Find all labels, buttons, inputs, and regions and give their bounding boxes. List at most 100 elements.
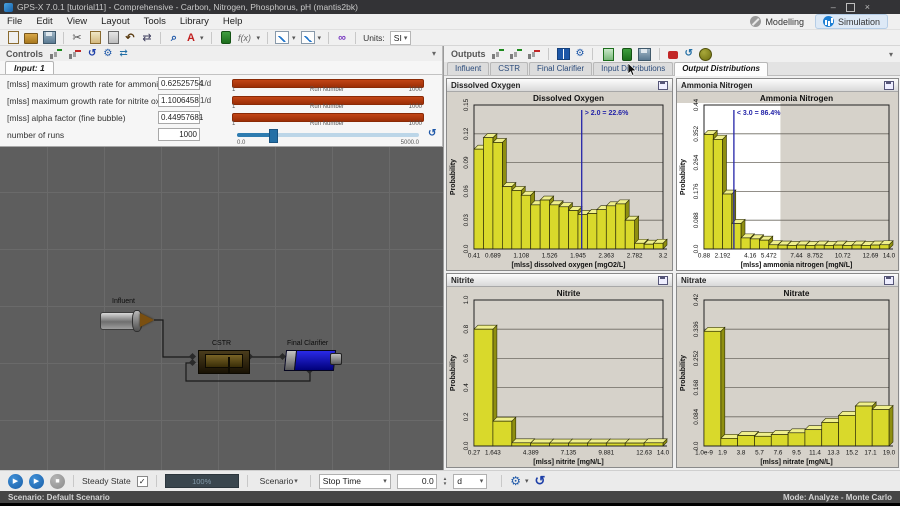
stop-button[interactable]: ■ — [50, 473, 65, 489]
popout-icon[interactable] — [884, 80, 894, 90]
cut-icon[interactable]: ✂ — [71, 32, 83, 44]
save-output-icon[interactable] — [638, 47, 652, 61]
mouse-cursor — [628, 63, 637, 76]
remove-control-icon[interactable] — [69, 49, 81, 59]
fx-dropdown-icon[interactable]: ▾ — [257, 34, 261, 42]
svg-text:0.09: 0.09 — [463, 156, 470, 169]
input-tab[interactable]: Input: 1 — [5, 61, 54, 75]
popout-icon[interactable] — [884, 275, 894, 285]
nitrate-chart[interactable]: 0.0 0.084 0.168 0.252 0.336 0.42 Probability 1.… — [677, 287, 898, 467]
open-folder-icon[interactable] — [24, 33, 38, 44]
nitrite-chart[interactable]: 0.0 0.2 0.4 0.6 0.8 1.0 Probability 0.27 1.643 4.… — [447, 287, 672, 467]
undo-icon[interactable]: ↶ — [124, 32, 136, 44]
save-icon[interactable] — [43, 31, 56, 44]
rewind-button[interactable]: ▶ — [8, 473, 23, 489]
tab-cstr[interactable]: CSTR — [490, 62, 529, 75]
menu-library[interactable]: Library — [173, 16, 216, 27]
database-icon[interactable] — [698, 47, 712, 61]
paste-icon[interactable] — [108, 31, 119, 44]
cstr-node[interactable] — [198, 350, 250, 374]
progress-bar: 100% — [164, 474, 239, 488]
modelling-icon — [750, 16, 762, 27]
run-button[interactable]: ▶ — [29, 473, 44, 489]
simulation-settings-gear-icon[interactable]: ⚙ — [510, 474, 521, 488]
ammonia-nitrogen-chart[interactable]: < 3.0 = 86.4% 0.0 0.088 0.176 0.264 0.352 0.44… — [677, 92, 898, 270]
tab-influent[interactable]: Influent — [447, 62, 490, 75]
menu-help[interactable]: Help — [216, 16, 250, 27]
tab-final-clarifier[interactable]: Final Clarifier — [529, 62, 593, 75]
menu-layout[interactable]: Layout — [94, 16, 137, 27]
new-file-icon[interactable] — [8, 31, 19, 44]
compare-icon[interactable]: ⇄ — [141, 32, 153, 44]
controls-menu-icon[interactable]: ▾ — [432, 49, 436, 58]
control-value-input[interactable]: 1000 — [158, 128, 200, 141]
copy-output-icon[interactable] — [603, 47, 615, 61]
graph-style-dropdown-icon[interactable]: ▾ — [318, 34, 322, 42]
scenario-button[interactable]: Scenario ▾ — [256, 475, 302, 487]
control-value-input[interactable]: 1.1006458 — [158, 94, 200, 107]
graph-dropdown-icon[interactable]: ▾ — [292, 34, 296, 42]
outputs-menu-icon[interactable]: ▾ — [889, 50, 893, 59]
menu-view[interactable]: View — [60, 16, 94, 27]
svg-text:Dissolved Oxygen: Dissolved Oxygen — [533, 94, 604, 103]
graph-icon[interactable] — [275, 31, 290, 44]
controls-refresh-icon[interactable]: ⇄ — [119, 48, 127, 60]
link-icon[interactable]: ∞ — [336, 32, 348, 44]
popout-icon[interactable] — [658, 275, 668, 285]
table-icon[interactable] — [556, 48, 570, 60]
menu-edit[interactable]: Edit — [29, 16, 59, 27]
chart-panel-title: Nitrate — [681, 275, 707, 285]
final-clarifier-node[interactable] — [283, 350, 337, 371]
modelling-button[interactable]: Modelling — [743, 15, 811, 28]
outputs-gear-icon[interactable]: ⚙ — [576, 48, 585, 60]
stop-time-value-input[interactable]: 0.0 — [396, 473, 437, 489]
steady-state-checkbox[interactable]: ✓ — [136, 475, 148, 487]
units-select[interactable]: SI ▾ — [389, 30, 412, 45]
menu-file[interactable]: File — [0, 16, 29, 27]
dissolved-oxygen-chart[interactable]: > 2.0 = 22.6% 0.0 0.03 0.06 0.09 0.12 0.15 Prob… — [447, 92, 672, 270]
slider-min: 0.0 — [237, 140, 246, 146]
remove-graph-icon[interactable] — [527, 49, 540, 59]
graph-style-icon[interactable] — [300, 31, 315, 44]
sample-icon[interactable] — [220, 31, 231, 44]
final-clarifier-label: Final Clarifier — [287, 340, 329, 347]
close-button[interactable]: × — [865, 2, 870, 12]
svg-text:1.108: 1.108 — [513, 253, 529, 260]
maximize-button[interactable] — [845, 2, 855, 12]
stop-time-select[interactable]: Stop Time ▾ — [318, 473, 391, 489]
runs-slider[interactable] — [237, 129, 419, 143]
chart-panel-nitrate: Nitrate 0.0 0.084 0.168 0.252 0.336 0.42 Proba… — [676, 273, 899, 468]
add-output-icon[interactable] — [491, 49, 504, 59]
svg-text:0.27: 0.27 — [468, 450, 481, 457]
spin-down-icon[interactable]: ▼ — [443, 481, 447, 486]
controls-gear-icon[interactable]: ⚙ — [103, 48, 112, 60]
add-graph-icon[interactable] — [509, 49, 522, 59]
svg-text:0.352: 0.352 — [693, 125, 700, 141]
time-unit-select[interactable]: d ▾ — [453, 473, 488, 489]
copy-icon[interactable] — [90, 31, 101, 44]
zoom-icon[interactable]: ⌕ — [168, 32, 180, 44]
stop-time-spinner[interactable]: ▲ ▼ — [443, 476, 447, 486]
main-toolbar: ✂ ↶ ⇄ ⌕ A ▾ f(x) ▾ ▾ ▾ ∞ Units: SI ▾ — [0, 30, 900, 46]
settings-dropdown-icon[interactable]: ▾ — [525, 477, 529, 485]
undo-control-icon[interactable]: ↺ — [88, 48, 96, 60]
tab-output-distributions[interactable]: Output Distributions — [674, 62, 768, 76]
simulation-button[interactable]: Simulation — [814, 14, 888, 29]
font-dropdown-icon[interactable]: ▾ — [200, 34, 204, 42]
time-unit-value: d — [457, 476, 462, 486]
control-value-input[interactable]: 0.44957681 — [158, 111, 203, 124]
menu-tools[interactable]: Tools — [137, 16, 173, 27]
stop-output-icon[interactable] — [668, 51, 679, 59]
reset-simulation-icon[interactable]: ↺ — [535, 473, 546, 489]
flowsheet-canvas[interactable]: Influent CSTR Final Clarifier — [0, 147, 443, 470]
control-value-input[interactable]: 0.62525754 — [158, 77, 203, 90]
add-control-icon[interactable] — [50, 48, 62, 59]
popout-icon[interactable] — [658, 80, 668, 90]
minimize-button[interactable]: – — [831, 2, 836, 12]
svg-text:15.2: 15.2 — [846, 450, 859, 457]
font-icon[interactable]: A — [185, 32, 197, 44]
outputs-refresh-icon[interactable]: ↺ — [684, 48, 692, 60]
export-icon[interactable] — [622, 47, 633, 61]
fx-icon[interactable]: f(x) — [236, 32, 254, 44]
runs-reset-icon[interactable]: ↺ — [428, 128, 436, 139]
